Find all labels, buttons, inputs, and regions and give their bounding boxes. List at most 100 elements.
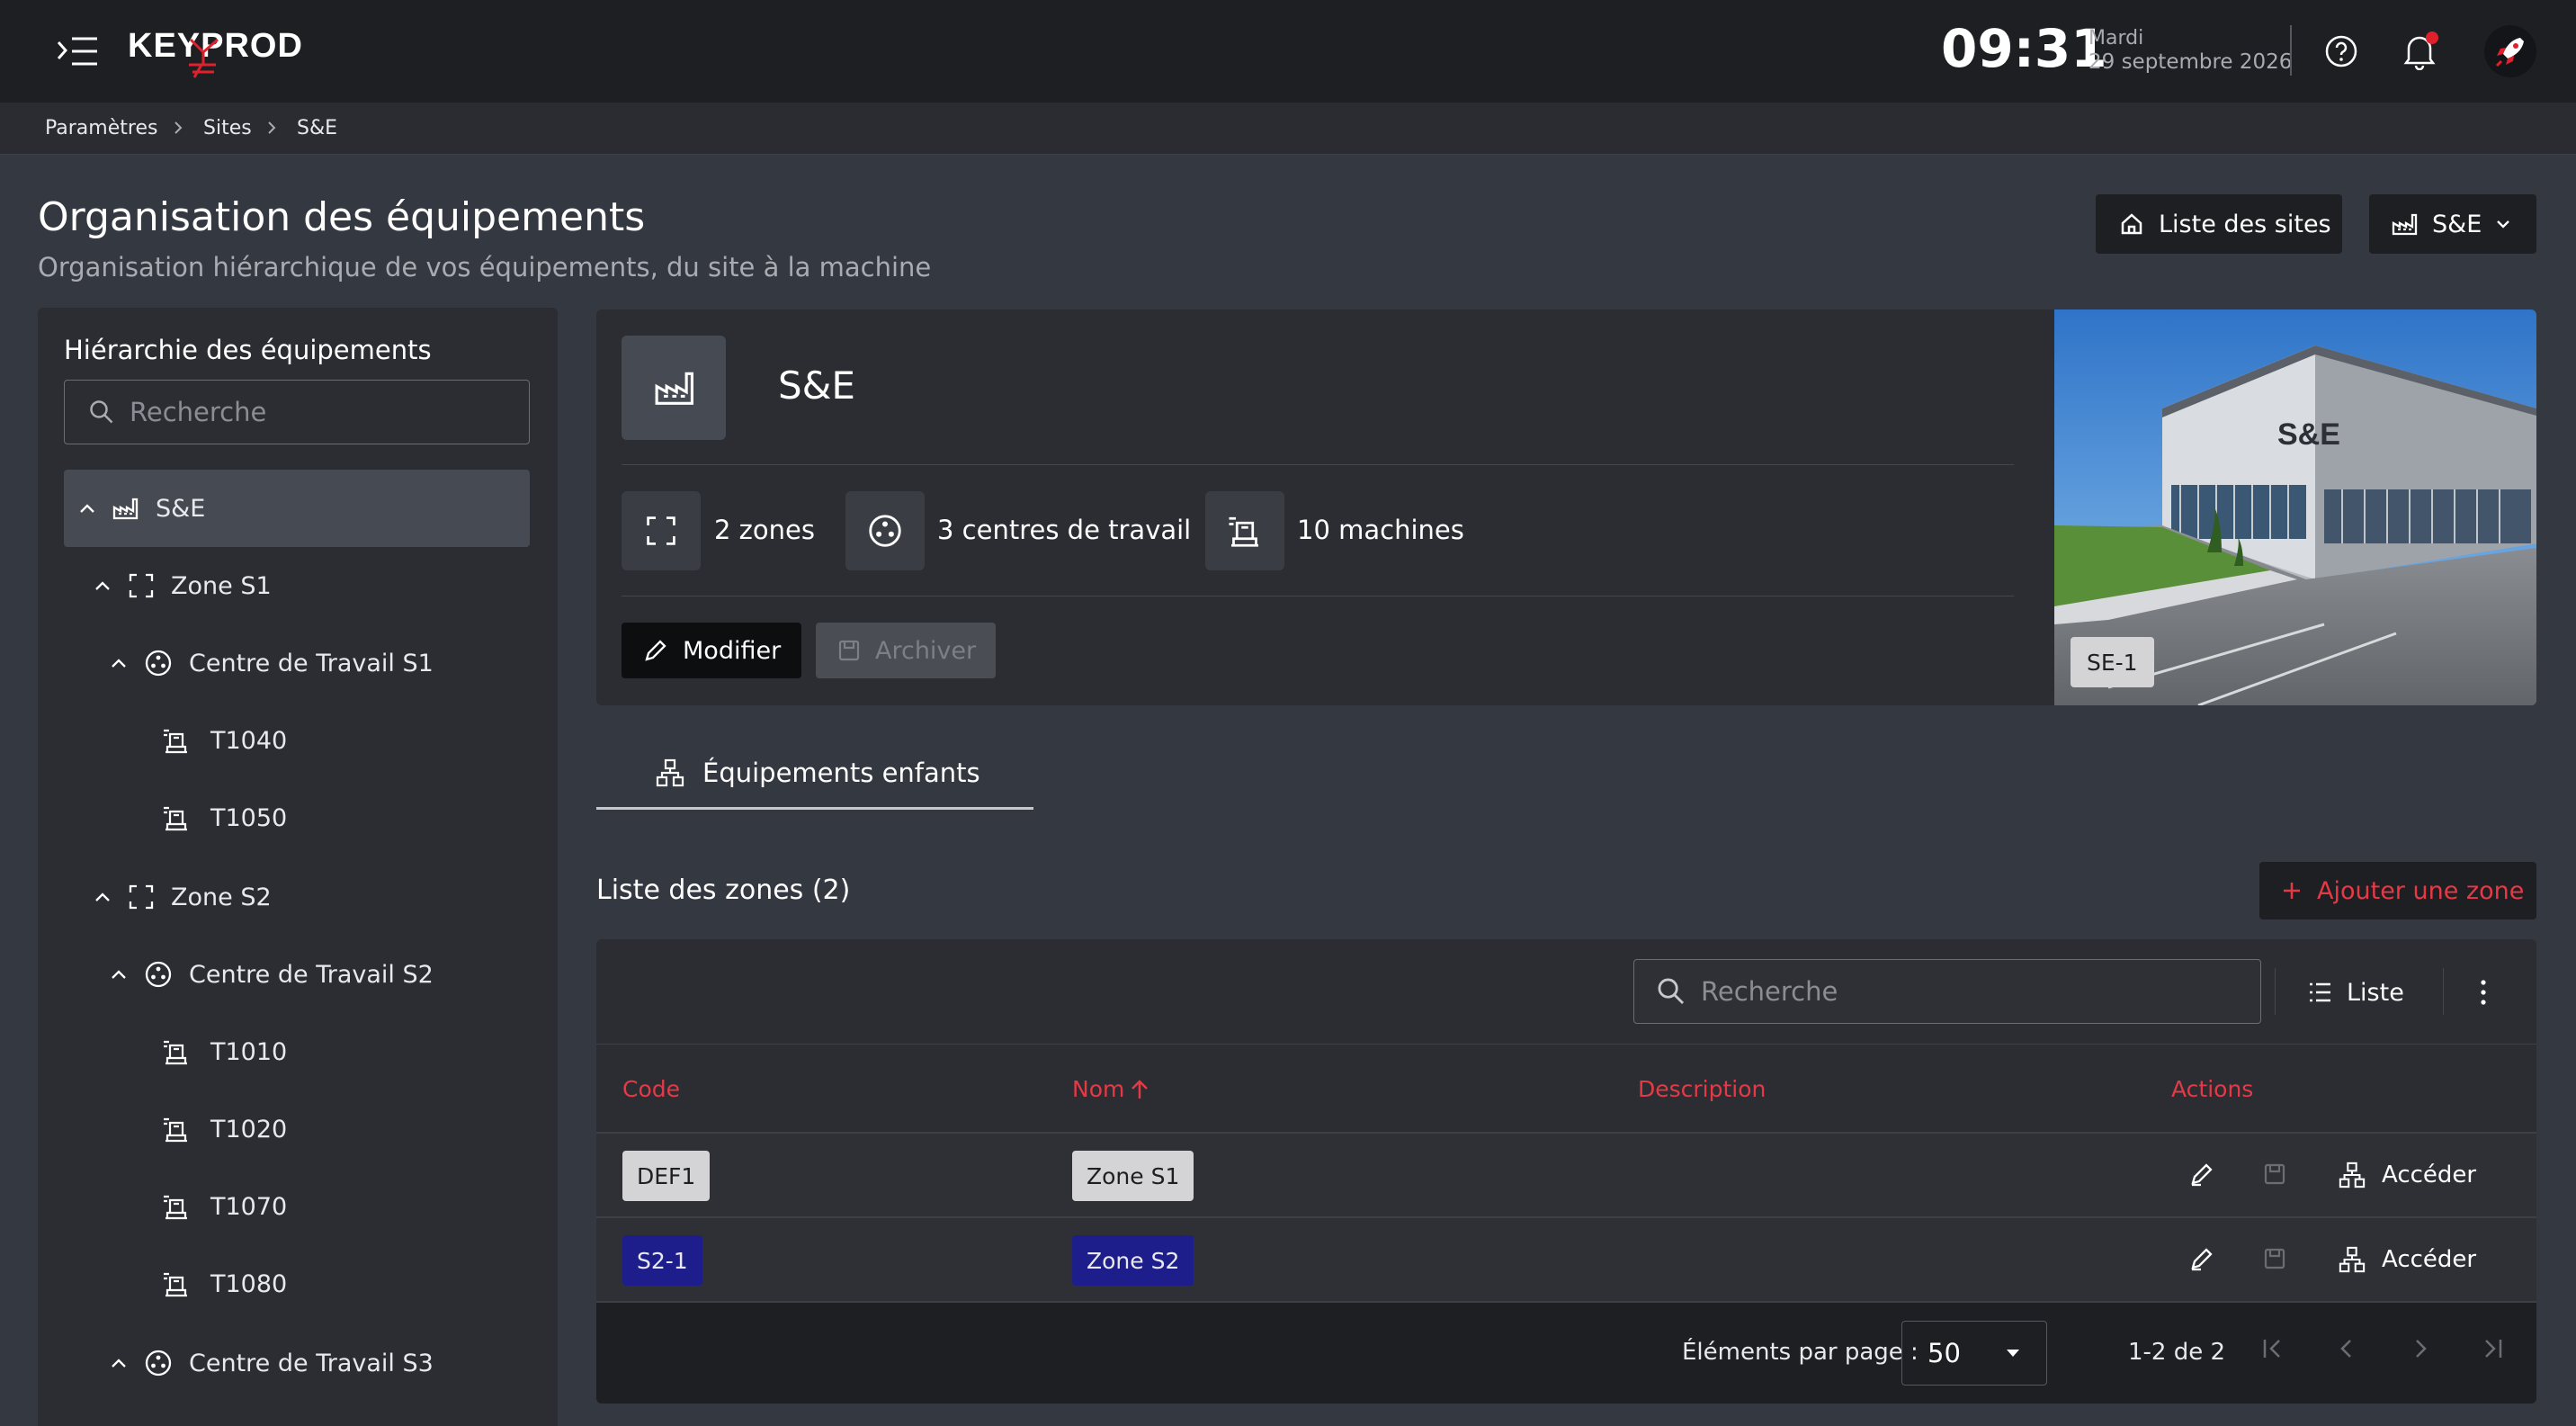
factory-icon [655,372,693,405]
chevron-up-icon[interactable] [110,1357,128,1369]
site-icon-box [622,336,726,440]
add-zone-button[interactable]: Ajouter une zone [2259,862,2536,919]
sort-arrow-up-icon[interactable] [1130,1078,1149,1101]
clock-date: 29 septembre 2026 [2089,50,2293,74]
add-zone-label: Ajouter une zone [2317,876,2525,905]
site-name: S&E [778,363,855,408]
last-page-icon[interactable] [2479,1335,2506,1362]
tree-item-label: T1080 [210,1269,288,1298]
hierarchy-search[interactable]: Recherche [64,380,530,444]
table-row[interactable] [596,1134,2536,1218]
previous-page-icon[interactable] [2333,1335,2360,1362]
zones-list-title: Liste des zones (2) [596,874,851,906]
pagination-bar [596,1303,2536,1404]
machine-icon [164,729,187,754]
row-code-chip: S2-1 [622,1235,702,1286]
hierarchy-title: Hiérarchie des équipements [64,335,432,365]
archive-site-label: Archiver [875,636,977,665]
tree-item-label: T1020 [210,1115,288,1143]
tree-item-machine[interactable]: T1040 [162,702,287,779]
tab-child-equipment[interactable]: Équipements enfants [596,738,1033,810]
table-search[interactable]: Recherche [1633,959,2261,1024]
site-selector-label: S&E [2432,210,2482,238]
site-image-code: SE-1 [2071,637,2154,687]
next-page-icon[interactable] [2407,1335,2434,1362]
tree-item-workcenter[interactable]: Centre de Travail S3 [110,1324,434,1402]
tree-item-label: Centre de Travail S2 [189,960,434,989]
table-row[interactable] [596,1218,2536,1303]
tree-item-label: Zone S2 [171,883,272,911]
chevron-up-icon[interactable] [110,968,128,981]
archive-site-button[interactable]: Archiver [816,623,996,678]
view-mode-button[interactable]: Liste [2307,966,2404,1018]
breadcrumb: Paramètres Sites S&E [0,103,2576,155]
site-selector[interactable]: S&E [2369,194,2536,254]
chevron-right-icon [268,121,276,134]
tree-item-machine[interactable]: T1050 [162,779,287,856]
column-header-description[interactable]: Description [1638,1076,1766,1102]
sites-list-label: Liste des sites [2159,210,2331,238]
top-bar: KEYPROD 09:31 Mardi 29 septembre 2026 [0,0,2576,103]
notification-bell-icon[interactable] [2402,31,2439,70]
help-icon[interactable] [2324,34,2358,68]
tree-item-label: Centre de Travail S1 [189,649,434,677]
tree-item-zone[interactable]: Zone S1 [94,547,272,624]
sites-list-button[interactable]: Liste des sites [2096,194,2342,254]
workcenters-stat-icon [845,491,925,570]
tree-item-label: S&E [156,494,206,523]
pagination-range: 1-2 de 2 [2128,1339,2226,1366]
row-access-label: Accéder [2382,1246,2477,1273]
workcenter-icon [145,650,172,677]
workcenter-icon [145,961,172,988]
hierarchy-icon [2339,1161,2366,1188]
tree-item-workcenter[interactable]: Centre de Travail S2 [110,936,434,1013]
column-header-actions: Actions [2171,1076,2254,1102]
row-access-button[interactable]: Accéder [2339,1157,2476,1193]
home-icon [2121,213,2142,235]
column-header-code[interactable]: Code [622,1076,680,1102]
tree-item-site[interactable]: S&E [64,470,530,547]
breadcrumb-sites[interactable]: Sites [203,117,252,139]
zone-frame-icon [129,573,154,598]
breadcrumb-parametres[interactable]: Paramètres [45,117,157,139]
column-header-name[interactable]: Nom [1072,1076,1149,1102]
per-page-select[interactable]: 50 [1901,1321,2047,1386]
machine-icon [164,1272,187,1297]
row-edit-icon[interactable] [2189,1161,2214,1188]
tree-item-label: T1040 [210,726,288,755]
tree-item-machine[interactable]: T1080 [162,1245,287,1323]
view-mode-label: Liste [2347,978,2404,1007]
archive-icon [838,640,860,661]
row-name-chip: Zone S2 [1072,1235,1194,1286]
tree-item-machine[interactable]: T1070 [162,1168,287,1245]
edit-site-label: Modifier [683,636,782,665]
tree-item-zone[interactable]: Zone S2 [94,858,272,936]
breadcrumb-current: S&E [297,117,338,139]
search-icon [1658,978,1685,1005]
edit-site-button[interactable]: Modifier [622,623,801,678]
chevron-up-icon[interactable] [78,502,96,515]
chevron-up-icon[interactable] [94,579,112,592]
factory-icon [2392,213,2418,236]
row-edit-icon[interactable] [2189,1245,2214,1272]
row-archive-icon[interactable] [2263,1162,2286,1186]
machine-icon [164,1117,187,1143]
chevron-up-icon[interactable] [94,891,112,903]
tree-item-workcenter[interactable]: Centre de Travail S1 [110,624,434,702]
first-page-icon[interactable] [2259,1335,2286,1362]
zones-stat: 2 zones [714,515,815,545]
chevron-right-icon [174,121,183,134]
tree-item-machine[interactable]: T1020 [162,1090,287,1168]
row-archive-icon[interactable] [2263,1247,2286,1270]
chevron-up-icon[interactable] [110,657,128,669]
toolbar-divider [2443,968,2444,1015]
row-access-button[interactable]: Accéder [2339,1242,2476,1278]
menu-icon[interactable] [56,36,99,67]
avatar[interactable] [2484,25,2536,77]
building-sign: S&E [2277,417,2340,452]
row-name-chip: Zone S1 [1072,1151,1194,1201]
tree-item-machine[interactable]: T1010 [162,1013,287,1090]
plus-icon [2284,883,2300,899]
more-options-icon[interactable] [2478,979,2489,1006]
machine-icon [164,1195,187,1220]
